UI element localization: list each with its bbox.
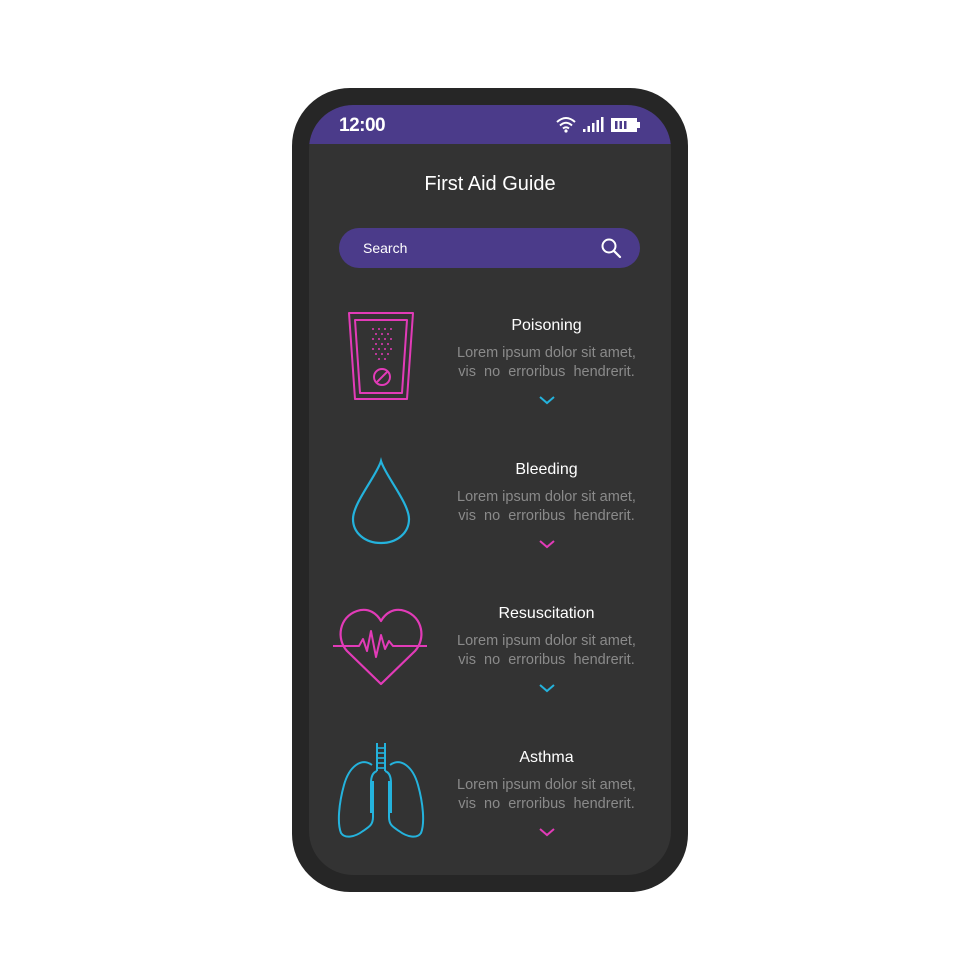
blood-drop-icon bbox=[351, 457, 411, 545]
description-line: vis no erroribus hendrerit. bbox=[458, 364, 635, 380]
chevron-down-icon[interactable] bbox=[538, 395, 556, 405]
description-line: Lorem ipsum dolor sit amet, bbox=[457, 345, 636, 361]
description-line: Lorem ipsum dolor sit amet, bbox=[457, 633, 636, 649]
signal-icon bbox=[583, 116, 604, 132]
search-placeholder: Search bbox=[363, 240, 408, 256]
list-item-bleeding[interactable]: Bleeding Lorem ipsum dolor sit amet, vis… bbox=[309, 455, 671, 585]
list-item-poisoning[interactable]: Poisoning Lorem ipsum dolor sit amet, vi… bbox=[309, 311, 671, 441]
description-line: vis no erroribus hendrerit. bbox=[458, 796, 635, 812]
heart-pulse-icon bbox=[333, 608, 427, 686]
item-title: Poisoning bbox=[511, 317, 582, 334]
status-time: 12:00 bbox=[339, 115, 386, 136]
item-description: Lorem ipsum dolor sit amet, vis no error… bbox=[444, 344, 649, 382]
chevron-down-icon[interactable] bbox=[538, 827, 556, 837]
battery-icon bbox=[611, 117, 640, 132]
description-line: vis no erroribus hendrerit. bbox=[458, 508, 635, 524]
description-line: vis no erroribus hendrerit. bbox=[458, 652, 635, 668]
list-item-resuscitation[interactable]: Resuscitation Lorem ipsum dolor sit amet… bbox=[309, 599, 671, 729]
wifi-icon bbox=[556, 117, 576, 133]
description-line: Lorem ipsum dolor sit amet, bbox=[457, 489, 636, 505]
item-title: Asthma bbox=[519, 749, 574, 766]
description-line: Lorem ipsum dolor sit amet, bbox=[457, 777, 636, 793]
poison-bottle-icon bbox=[348, 312, 414, 400]
list-item-asthma[interactable]: Asthma Lorem ipsum dolor sit amet, vis n… bbox=[309, 743, 671, 873]
item-title: Resuscitation bbox=[498, 605, 595, 622]
item-description: Lorem ipsum dolor sit amet, vis no error… bbox=[444, 632, 649, 670]
search-icon[interactable] bbox=[600, 237, 622, 259]
search-input[interactable]: Search bbox=[339, 228, 640, 268]
item-description: Lorem ipsum dolor sit amet, vis no error… bbox=[444, 776, 649, 814]
page-title: First Aid Guide bbox=[424, 173, 556, 195]
chevron-down-icon[interactable] bbox=[538, 683, 556, 693]
phone-screen: 12:00 First Aid Guide Search Poisoning L… bbox=[309, 105, 671, 875]
lungs-icon bbox=[337, 743, 425, 838]
item-description: Lorem ipsum dolor sit amet, vis no error… bbox=[444, 488, 649, 526]
status-bar: 12:00 bbox=[309, 105, 671, 144]
chevron-down-icon[interactable] bbox=[538, 539, 556, 549]
item-title: Bleeding bbox=[515, 461, 578, 478]
